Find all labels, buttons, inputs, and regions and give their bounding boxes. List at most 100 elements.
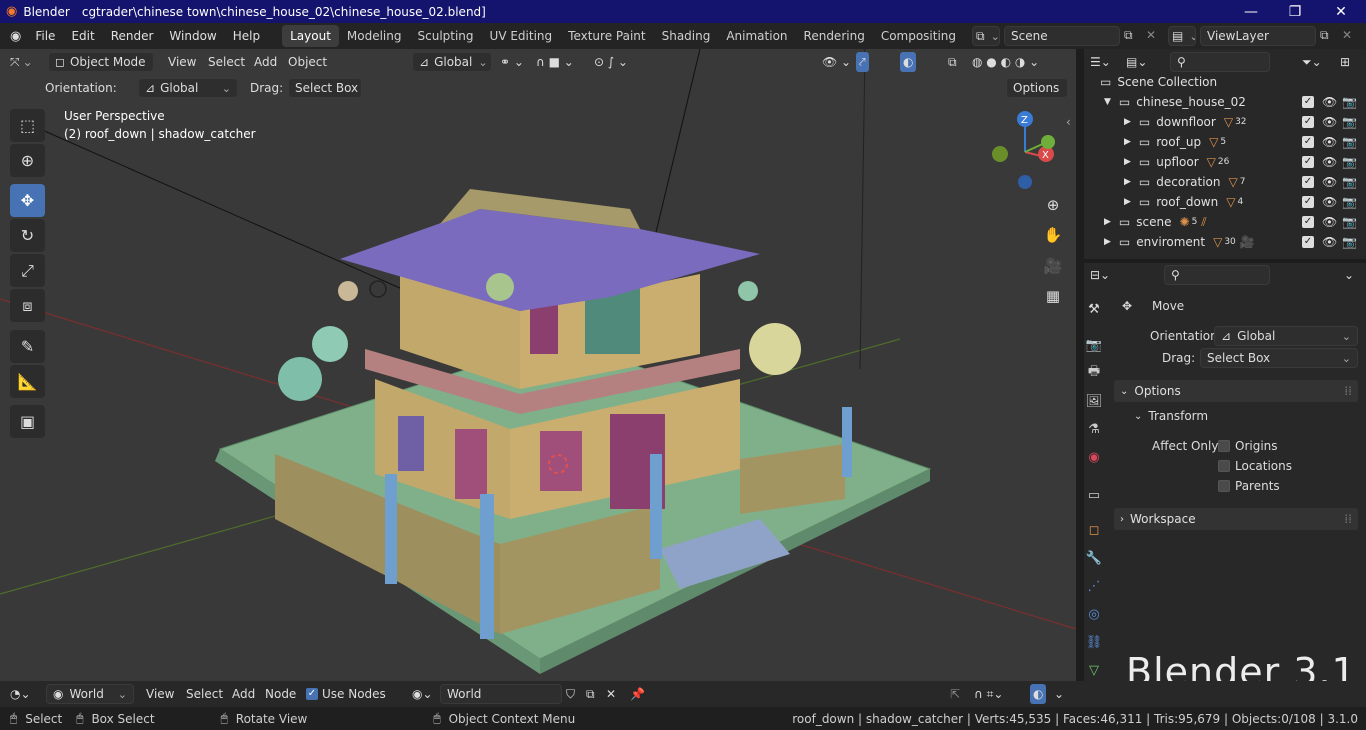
maximize-button[interactable]: ❐ bbox=[1272, 0, 1318, 23]
new-scene-icon[interactable]: ⧉ bbox=[1124, 28, 1133, 43]
menu-window[interactable]: Window bbox=[161, 29, 224, 43]
pivot-icon[interactable]: ⚭ ⌄ bbox=[500, 52, 524, 72]
exclude-checkbox[interactable]: ✓ bbox=[1302, 216, 1314, 228]
expand-arrow-icon[interactable]: ▶ bbox=[1124, 157, 1131, 167]
rotate-tool[interactable]: ↻ bbox=[10, 219, 45, 252]
cursor-tool[interactable]: ⊕ bbox=[10, 144, 45, 177]
camera-view-icon[interactable]: 🎥 bbox=[1040, 253, 1066, 279]
output-tab-icon[interactable]: 🖶 bbox=[1084, 362, 1104, 384]
properties-editor-icon[interactable]: ⊟⌄ bbox=[1090, 265, 1110, 285]
menu-select[interactable]: Select bbox=[208, 52, 245, 72]
parents-checkbox[interactable] bbox=[1218, 480, 1230, 492]
render-camera-icon[interactable]: 📷 bbox=[1342, 172, 1357, 192]
menu-view[interactable]: View bbox=[168, 52, 196, 72]
exclude-checkbox[interactable]: ✓ bbox=[1302, 196, 1314, 208]
node-overlay-icon[interactable]: ◐ bbox=[1030, 684, 1047, 704]
exclude-checkbox[interactable]: ✓ bbox=[1302, 176, 1314, 188]
outliner-editor-icon[interactable]: ☰⌄ bbox=[1090, 52, 1111, 72]
render-camera-icon[interactable]: 📷 bbox=[1342, 112, 1357, 132]
parent-node-icon[interactable]: ⇱ bbox=[950, 684, 960, 704]
navigation-gizmo[interactable]: Z X bbox=[985, 107, 1065, 197]
menu-edit[interactable]: Edit bbox=[63, 29, 102, 43]
render-camera-icon[interactable]: 📷 bbox=[1342, 232, 1357, 252]
shading-modes-icon[interactable]: ◍ ● ◐ ◑ ⌄ bbox=[972, 52, 1039, 72]
shader-editor-type-icon[interactable]: ◔⌄ bbox=[10, 684, 31, 704]
tab-uv-editing[interactable]: UV Editing bbox=[482, 25, 561, 47]
delete-scene-icon[interactable]: ✕ bbox=[1146, 28, 1156, 42]
menu-help[interactable]: Help bbox=[225, 29, 268, 43]
prop-drag-select[interactable]: Select Box bbox=[1200, 348, 1358, 368]
display-mode-icon[interactable]: ▤⌄ bbox=[1126, 52, 1147, 72]
expand-arrow-icon[interactable]: ▶ bbox=[1124, 177, 1131, 187]
close-button[interactable]: ✕ bbox=[1318, 0, 1364, 23]
shader-type-select[interactable]: ◉ World bbox=[46, 684, 134, 704]
measure-tool[interactable]: 📐 bbox=[10, 365, 45, 398]
world-tab-icon[interactable]: ◉ bbox=[1084, 446, 1104, 468]
add-cube-tool[interactable]: ▣ bbox=[10, 405, 45, 438]
expand-arrow-icon[interactable]: ▶ bbox=[1104, 217, 1111, 227]
collection-tab-icon[interactable]: ▭ bbox=[1084, 484, 1104, 506]
expand-arrow-icon[interactable]: ▶ bbox=[1124, 197, 1131, 207]
prop-orientation-select[interactable]: ⊿ Global bbox=[1214, 326, 1358, 346]
exclude-checkbox[interactable]: ✓ bbox=[1302, 116, 1314, 128]
outliner-row-scene-collection[interactable]: ▭ Scene Collection bbox=[1084, 72, 1366, 92]
tab-modeling[interactable]: Modeling bbox=[339, 25, 410, 47]
origins-checkbox[interactable] bbox=[1218, 440, 1230, 452]
viewlayer-name-field[interactable]: ViewLayer bbox=[1200, 26, 1316, 46]
tool-tab-icon[interactable]: ⚒ bbox=[1084, 298, 1104, 320]
new-collection-icon[interactable]: ⊞ bbox=[1340, 52, 1350, 72]
object-tab-icon[interactable]: ◻ bbox=[1084, 519, 1104, 541]
scale-tool[interactable]: ⤢ bbox=[10, 254, 45, 287]
node-overlay-options-icon[interactable]: ⌄ bbox=[1054, 684, 1064, 704]
tab-rendering[interactable]: Rendering bbox=[796, 25, 873, 47]
constraints-tab-icon[interactable]: ⛓ bbox=[1084, 631, 1104, 653]
properties-search-input[interactable]: ⚲ bbox=[1164, 265, 1270, 285]
render-camera-icon[interactable]: 📷 bbox=[1342, 152, 1357, 172]
expand-arrow-icon[interactable]: ▼ bbox=[1104, 97, 1111, 107]
modifier-tab-icon[interactable]: 🔧 bbox=[1084, 547, 1104, 569]
scene-browse-button[interactable]: ⧉ bbox=[972, 26, 1000, 46]
pan-hand-icon[interactable]: ✋ bbox=[1040, 222, 1066, 248]
visibility-eye-icon[interactable]: 👁 bbox=[1322, 172, 1337, 192]
tab-animation[interactable]: Animation bbox=[718, 25, 795, 47]
expand-arrow-icon[interactable]: ▶ bbox=[1124, 117, 1131, 127]
transform-tool[interactable]: ⧈ bbox=[10, 289, 45, 322]
particles-tab-icon[interactable]: ⋰ bbox=[1084, 575, 1104, 597]
locations-checkbox[interactable] bbox=[1218, 460, 1230, 472]
scene-name-field[interactable]: Scene bbox=[1004, 26, 1120, 46]
visibility-eye-icon[interactable]: 👁 bbox=[1322, 152, 1337, 172]
menu-object[interactable]: Object bbox=[288, 52, 327, 72]
menu-node-node[interactable]: Node bbox=[265, 684, 296, 704]
use-nodes-checkbox[interactable]: ✓ bbox=[306, 688, 318, 700]
select-box-tool[interactable]: ⬚ bbox=[10, 109, 45, 142]
ortho-grid-icon[interactable]: ▦ bbox=[1040, 283, 1066, 309]
outliner-search-input[interactable]: ⚲ bbox=[1170, 52, 1270, 72]
fake-user-shield-icon[interactable]: ⛉ bbox=[566, 684, 575, 704]
annotate-tool[interactable]: ✎ bbox=[10, 330, 45, 363]
minimize-button[interactable]: — bbox=[1228, 0, 1274, 23]
delete-viewlayer-icon[interactable]: ✕ bbox=[1342, 28, 1352, 42]
render-tab-icon[interactable]: 📷 bbox=[1084, 334, 1104, 356]
drag-handle-icon[interactable]: ⁞⁞ bbox=[1344, 384, 1352, 398]
options-button[interactable]: Options bbox=[1006, 78, 1068, 98]
exclude-checkbox[interactable]: ✓ bbox=[1302, 136, 1314, 148]
new-viewlayer-icon[interactable]: ⧉ bbox=[1320, 28, 1329, 43]
orientation-select[interactable]: ⊿ Global bbox=[138, 78, 238, 98]
move-tool[interactable]: ✥ bbox=[10, 184, 45, 217]
menu-node-select[interactable]: Select bbox=[186, 684, 223, 704]
drag-select[interactable]: Select Box bbox=[288, 78, 362, 98]
exclude-checkbox[interactable]: ✓ bbox=[1302, 156, 1314, 168]
tab-shading[interactable]: Shading bbox=[654, 25, 719, 47]
menu-file[interactable]: File bbox=[27, 29, 63, 43]
visibility-eye-icon[interactable]: 👁 bbox=[1322, 192, 1337, 212]
tab-compositing[interactable]: Compositing bbox=[873, 25, 964, 47]
world-name-field[interactable]: World bbox=[440, 684, 562, 704]
drag-handle-icon[interactable]: ⁞⁞ bbox=[1344, 512, 1352, 526]
unlink-world-icon[interactable]: ✕ bbox=[606, 684, 616, 704]
mode-select[interactable]: ◻ Object Mode bbox=[48, 52, 154, 72]
snap-icon[interactable]: ∩ ■ ⌄ bbox=[536, 52, 574, 72]
overlay-toggle-icon[interactable]: ◐ bbox=[900, 52, 917, 72]
visibility-eye-icon[interactable]: 👁 bbox=[1322, 92, 1337, 112]
proportional-edit-icon[interactable]: ⊙ ∫ ⌄ bbox=[594, 52, 628, 72]
options-panel-header[interactable]: ⌄ Options ⁞⁞ bbox=[1114, 380, 1358, 402]
